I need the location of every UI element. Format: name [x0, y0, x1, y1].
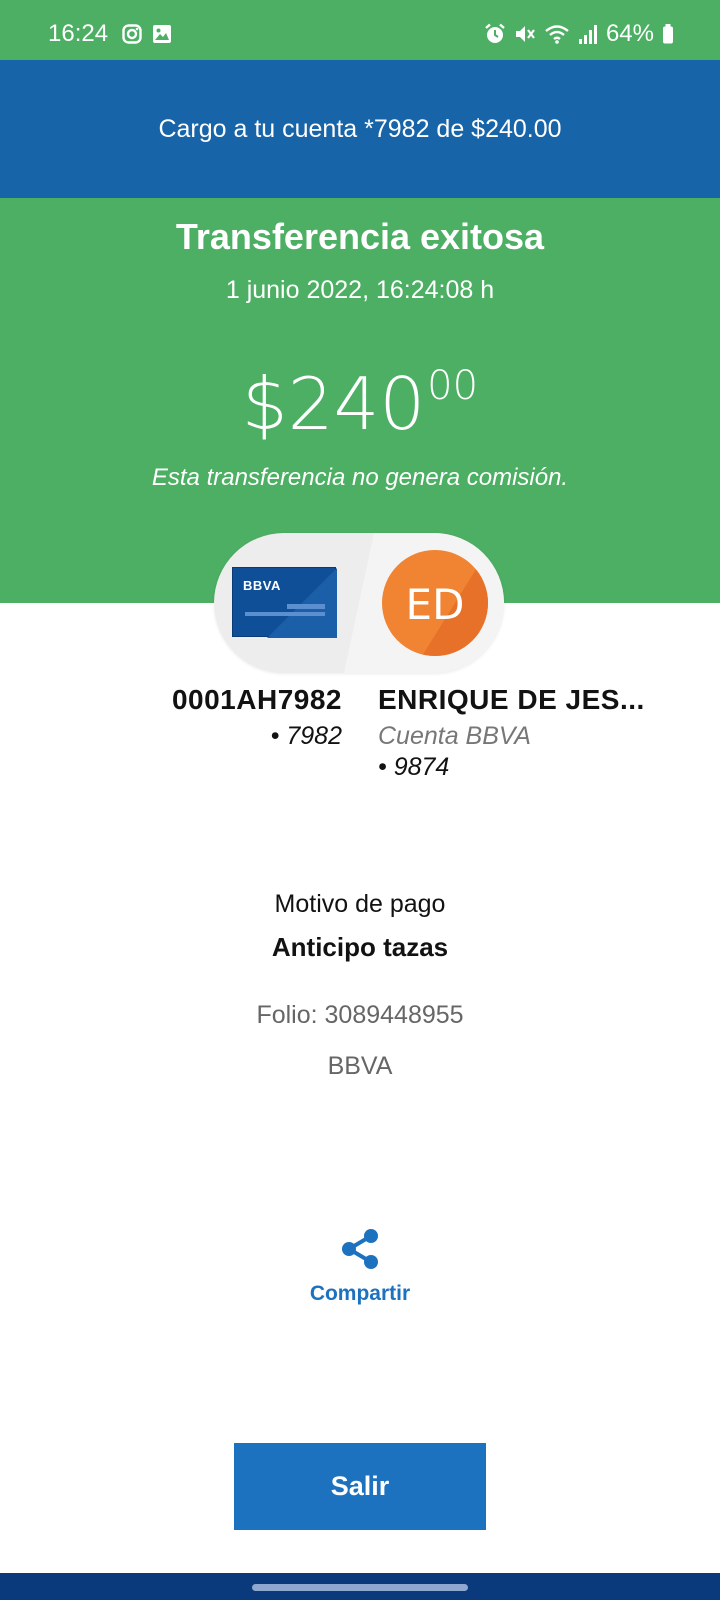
origin-account-name: 0001AH7982: [171, 684, 342, 715]
transfer-parties-pill: BBVA ED: [214, 533, 504, 673]
page-title: Transferencia exitosa: [175, 216, 545, 257]
charge-banner: Cargo a tu cuenta *7982 de $240.00: [0, 60, 720, 198]
share-icon: [342, 1229, 378, 1269]
instagram-icon: [122, 24, 142, 44]
avatar: ED: [382, 550, 488, 656]
avatar-initials: ED: [405, 580, 465, 629]
transfer-date: 1 junio 2022, 16:24:08 h: [225, 276, 495, 304]
home-handle[interactable]: [252, 1584, 468, 1591]
destination-account: ENRIQUE DE JES... Cuenta BBVA • 9874: [378, 684, 678, 782]
mute-icon: [515, 26, 535, 42]
commission-note: Esta transferencia no genera comisión.: [151, 464, 569, 491]
origin-account: 0001AH7982 • 7982: [172, 684, 342, 751]
destination-account-bank: Cuenta BBVA: [378, 722, 531, 750]
battery-icon: [663, 24, 673, 44]
destination-account-number: • 9874: [378, 753, 450, 781]
wifi-icon: [545, 25, 569, 44]
system-nav-bar: [0, 1573, 720, 1600]
status-bar: 16:24 64%: [0, 0, 720, 60]
origin-account-number: • 7982: [270, 722, 342, 750]
bank-name: BBVA: [327, 1052, 393, 1080]
payment-reason-value: Anticipo tazas: [271, 932, 449, 962]
status-right: 64%: [484, 20, 674, 48]
status-time: 16:24: [48, 20, 109, 47]
share-label: Compartir: [309, 1282, 411, 1305]
share-button[interactable]: Compartir: [290, 1228, 430, 1306]
folio-number: Folio: 3089448955: [256, 1001, 464, 1029]
origin-card-image: BBVA: [232, 567, 337, 638]
gallery-icon: [153, 25, 171, 43]
transfer-amount: $24000: [0, 366, 720, 440]
destination-account-name: ENRIQUE DE JES...: [378, 684, 645, 715]
signal-icon: [578, 25, 597, 44]
card-brand: BBVA: [243, 578, 281, 593]
status-left-icons: [122, 24, 172, 44]
payment-reason-label: Motivo de pago: [274, 890, 446, 918]
charge-banner-text: Cargo a tu cuenta *7982 de $240.00: [158, 114, 562, 143]
exit-button[interactable]: Salir: [234, 1443, 486, 1530]
alarm-icon: [485, 23, 505, 43]
amount-cents: 00: [427, 363, 479, 409]
battery-percentage: 64%: [605, 20, 654, 47]
amount-main: $240: [241, 362, 426, 446]
